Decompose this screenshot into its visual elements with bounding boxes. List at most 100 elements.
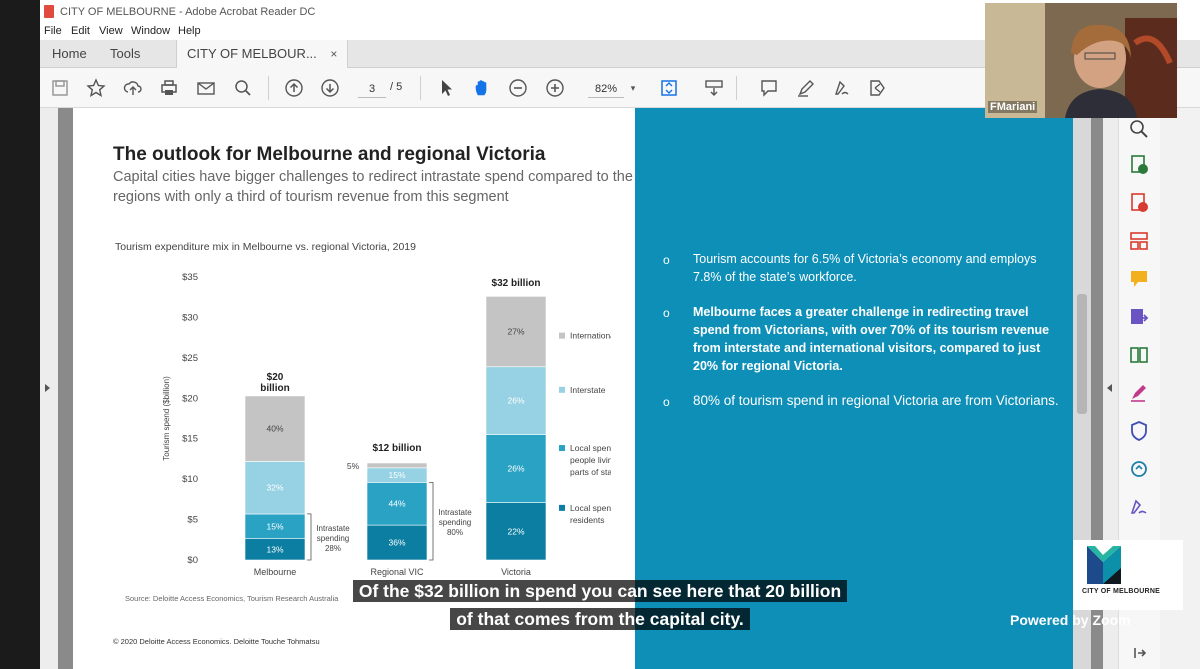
protect-icon[interactable] [1128, 420, 1150, 442]
bar-segment [366, 462, 428, 469]
bullet-item: o 80% of tourism spend in regional Victo… [663, 392, 1063, 410]
legend-swatch [559, 332, 565, 339]
page-number-input[interactable]: 3 [358, 80, 386, 98]
y-tick-label: $0 [187, 555, 198, 566]
x-tick-label: Victoria [501, 567, 531, 577]
bullet-marker: o [663, 395, 670, 409]
print-icon[interactable] [158, 77, 180, 99]
legend-label: people living in other [570, 455, 611, 465]
annotation-label: spending [439, 518, 471, 527]
scrollbar-thumb[interactable] [1077, 294, 1087, 414]
legend-label: Local spend from [570, 443, 611, 453]
caption-text: of that comes from the capital city. [450, 608, 750, 630]
create-pdf-icon[interactable] [1128, 192, 1150, 214]
prev-page-icon[interactable] [283, 77, 305, 99]
tab-home[interactable]: Home [52, 40, 87, 68]
bullet-list: o Tourism accounts for 6.5% of Victoria’… [663, 250, 1063, 427]
y-tick-label: $35 [182, 272, 198, 283]
legend-swatch [559, 504, 565, 511]
sign-icon[interactable] [831, 77, 853, 99]
y-tick-label: $30 [182, 312, 198, 323]
annotation-label: 80% [447, 528, 463, 537]
slide-title: The outlook for Melbourne and regional V… [113, 144, 546, 165]
send-for-review-icon[interactable] [1128, 458, 1150, 480]
legend-label: residents [570, 515, 605, 525]
email-icon[interactable] [195, 77, 217, 99]
bracket-line [307, 513, 312, 561]
copyright: © 2020 Deloitte Access Economics. Deloit… [113, 637, 320, 646]
annotation-label: 28% [325, 544, 341, 553]
comment-tool-icon[interactable] [1128, 268, 1150, 290]
y-tick-label: $5 [187, 515, 198, 526]
collapse-tools-icon[interactable] [1128, 642, 1150, 664]
data-label: 27% [507, 327, 524, 337]
total-label: $32 billion [492, 278, 541, 289]
caption-text: Of the $32 billion in spend you can see … [352, 580, 848, 602]
menu-window[interactable]: Window [131, 25, 170, 37]
x-tick-label: Regional VIC [370, 567, 424, 577]
legend-swatch [559, 445, 565, 452]
total-label: $20 [267, 372, 284, 383]
tab-document[interactable]: CITY OF MELBOUR... × [176, 40, 349, 68]
tab-close-icon[interactable]: × [330, 47, 337, 61]
export-pdf-icon[interactable] [1128, 154, 1150, 176]
share-sign-icon[interactable] [867, 77, 889, 99]
data-label: 32% [266, 483, 283, 493]
zoom-dropdown-icon[interactable]: ▾ [622, 77, 644, 99]
toolbar-separator [736, 76, 737, 100]
zoom-out-icon[interactable] [507, 77, 529, 99]
participant-name: FMariani [988, 101, 1038, 113]
toolbar-separator [420, 76, 421, 100]
participant-video[interactable]: FMariani [985, 3, 1177, 118]
search-icon[interactable] [232, 77, 254, 99]
data-label: 13% [266, 544, 283, 554]
menu-file[interactable]: File [44, 25, 62, 37]
bullet-marker: o [663, 306, 670, 320]
menu-view[interactable]: View [99, 25, 123, 37]
star-icon[interactable] [85, 77, 107, 99]
legend-label: parts of state [570, 467, 611, 477]
expand-left-panel-icon[interactable] [45, 384, 50, 392]
hand-tool-icon[interactable] [471, 77, 493, 99]
fit-page-icon[interactable] [658, 77, 680, 99]
toolbar-separator [268, 76, 269, 100]
select-cursor-icon[interactable] [435, 77, 457, 99]
data-label: 44% [388, 499, 405, 509]
zoom-level-input[interactable]: 82% [588, 80, 624, 98]
tab-tools[interactable]: Tools [110, 40, 140, 68]
page-total: / 5 [390, 81, 403, 93]
total-label: billion [260, 383, 289, 394]
comment-icon[interactable] [758, 77, 780, 99]
data-label: 22% [507, 526, 524, 536]
chart-title: Tourism expenditure mix in Melbourne vs.… [115, 241, 416, 253]
data-label: 26% [507, 396, 524, 406]
total-label: $12 billion [373, 443, 422, 454]
fill-sign-icon[interactable] [1128, 382, 1150, 404]
compare-files-icon[interactable] [1128, 344, 1150, 366]
annotation-label: spending [317, 534, 349, 543]
stacked-bar-chart: $0 $5 $10 $15 $20 $25 $30 $35 Tourism spend ($bi… [162, 272, 611, 577]
request-signature-icon[interactable] [1128, 496, 1150, 518]
cloud-upload-icon[interactable] [122, 77, 144, 99]
scan-icon[interactable] [1128, 306, 1150, 328]
next-page-icon[interactable] [319, 77, 341, 99]
y-tick-label: $20 [182, 393, 198, 404]
annotation-label: Intrastate [316, 524, 350, 533]
collapse-right-panel-icon[interactable] [1107, 384, 1112, 392]
menu-edit[interactable]: Edit [71, 25, 90, 37]
bullet-text: Tourism accounts for 6.5% of Victoria’s … [693, 252, 1037, 284]
menu-help[interactable]: Help [178, 25, 201, 37]
save-icon[interactable] [49, 77, 71, 99]
keyboard-scroll-icon[interactable] [703, 77, 725, 99]
zoom-tool-icon[interactable] [1128, 118, 1150, 140]
data-label: 26% [507, 464, 524, 474]
x-tick-label: Melbourne [254, 567, 297, 577]
caption-line-2: of that comes from the capital city. [0, 608, 1200, 630]
y-tick-label: $25 [182, 353, 198, 364]
bullet-text: Melbourne faces a greater challenge in r… [693, 305, 1050, 373]
y-tick-label: $15 [182, 434, 198, 445]
highlight-pen-icon[interactable] [795, 77, 817, 99]
zoom-in-icon[interactable] [544, 77, 566, 99]
organize-pages-icon[interactable] [1128, 230, 1150, 252]
slide-subtitle: Capital cities have bigger challenges to… [113, 169, 633, 205]
